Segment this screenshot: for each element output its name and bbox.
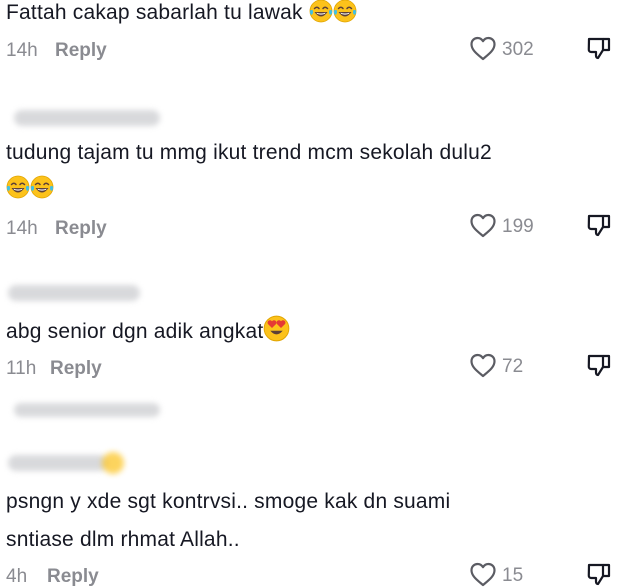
comment-1-timestamp: 14h	[6, 40, 38, 61]
comment-3-text-line: abg senior dgn adik angkat	[6, 315, 290, 347]
tears-of-joy-icon	[6, 175, 30, 199]
comment-1-text: Fattah cakap sabarlah tu lawak	[6, 1, 303, 24]
comment-4-text-line-1: psngn y xde sgt kontrvsi.. smoge kak dn …	[6, 490, 451, 513]
comment-2-text: tudung tajam tu mmg ikut trend mcm sekol…	[6, 141, 492, 164]
comment-1-text-line: Fattah cakap sabarlah tu lawak	[6, 0, 357, 28]
tears-of-joy-icon	[308, 0, 333, 23]
comment-3-dislike-button[interactable]	[586, 353, 612, 378]
heart-outline-icon	[470, 36, 496, 61]
blurred-username	[14, 110, 160, 126]
tears-of-joy-icon	[30, 175, 54, 199]
comment-4-timestamp: 4h	[6, 566, 28, 587]
tears-of-joy-icon	[332, 0, 357, 23]
comment-4-dislike-button[interactable]	[586, 562, 612, 587]
thumb-down-icon	[587, 37, 611, 60]
comment-3-reply-button[interactable]: Reply	[50, 358, 102, 380]
comment-3-timestamp: 11h	[6, 358, 37, 379]
comment-4-like-count: 15	[502, 565, 524, 586]
comment-2-dislike-button[interactable]	[586, 213, 612, 238]
comment-4-reply-button[interactable]: Reply	[47, 566, 99, 588]
heart-outline-icon	[470, 353, 496, 378]
heart-outline-icon	[470, 562, 496, 587]
thumb-down-icon	[587, 354, 611, 377]
comment-3-text: abg senior dgn adik angkat	[6, 320, 264, 343]
blurred-username	[8, 285, 140, 301]
comment-2-like-button[interactable]	[469, 212, 497, 239]
comment-4-text-line-2: sntiase dlm rhmat Allah..	[6, 528, 240, 551]
comment-1-reply-button[interactable]: Reply	[55, 40, 107, 62]
blurred-view-replies[interactable]	[14, 403, 160, 417]
comment-1-dislike-button[interactable]	[586, 36, 612, 61]
comment-3-like-button[interactable]	[469, 352, 497, 379]
comment-1-like-button[interactable]	[469, 35, 497, 62]
comment-3-like-count: 72	[502, 356, 524, 377]
comment-2-emoji-line	[6, 175, 54, 200]
blurred-username	[8, 455, 108, 471]
thumb-down-icon	[587, 563, 611, 586]
heart-eyes-icon	[263, 315, 290, 342]
blurred-username-emoji	[102, 452, 124, 474]
comment-2-like-count: 199	[502, 216, 534, 237]
comment-1-like-count: 302	[502, 39, 534, 60]
comment-4-like-button[interactable]	[469, 561, 497, 588]
thumb-down-icon	[587, 214, 611, 237]
comment-2-reply-button[interactable]: Reply	[55, 218, 107, 240]
comment-2-timestamp: 14h	[6, 218, 38, 239]
heart-outline-icon	[470, 213, 496, 238]
